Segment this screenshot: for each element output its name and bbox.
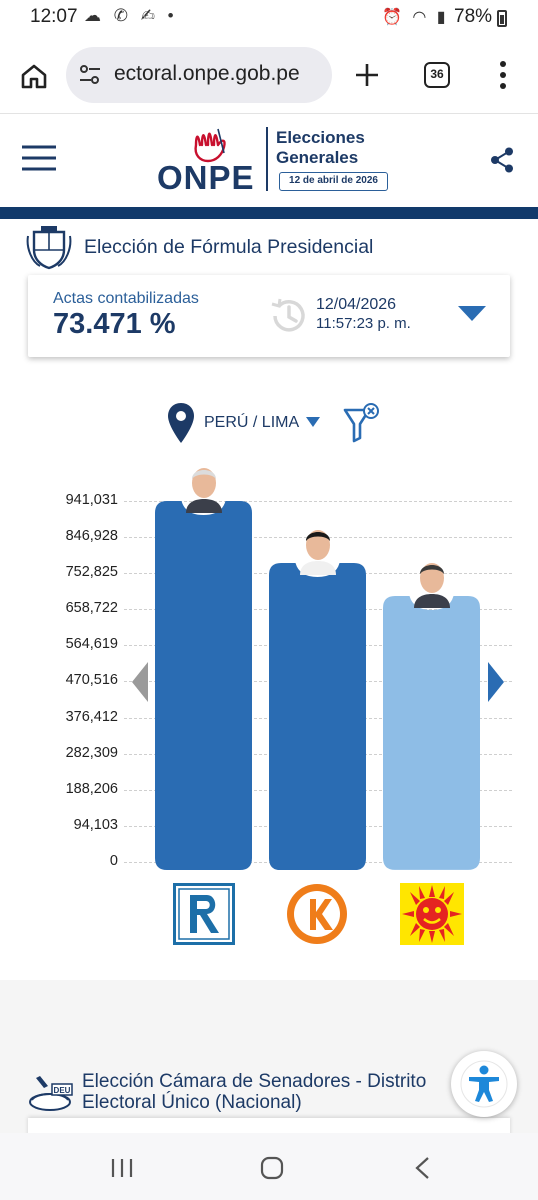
party-logo-sun-icon[interactable] — [400, 883, 464, 945]
address-bar[interactable]: ectoral.onpe.gob.pe — [66, 47, 332, 103]
header-band — [0, 207, 538, 219]
y-tick-label: 188,206 — [65, 780, 118, 797]
deu-badge: DEU — [54, 1086, 71, 1095]
home-nav-icon[interactable] — [260, 1156, 284, 1180]
battery-icon — [497, 10, 507, 27]
actas-label: Actas contabilizadas — [53, 290, 199, 307]
actas-percentage: 73.471 % — [53, 308, 176, 340]
election-date-badge: 12 de abril de 2026 — [279, 172, 388, 191]
accessibility-button[interactable] — [451, 1051, 517, 1117]
onpe-logo-text: ONPE — [157, 159, 255, 196]
chart-prev-arrow-icon[interactable] — [132, 662, 148, 702]
y-tick-label: 846,928 — [65, 528, 118, 545]
actas-summary-card: Actas contabilizadas 73.471 % 12/04/2026… — [28, 275, 510, 357]
bar-r[interactable] — [155, 501, 252, 870]
section-title-senate-line1: Elección Cámara de Senadores - Distrito — [82, 1071, 427, 1092]
y-tick-label: 564,619 — [65, 636, 118, 653]
party-logo-r-icon[interactable] — [173, 883, 235, 945]
y-tick-label: 282,309 — [65, 744, 118, 761]
system-icons: ⏰ ◠ ▮ — [382, 9, 449, 26]
site-settings-icon[interactable] — [78, 64, 102, 86]
section-title-senate: Elección Cámara de Senadores - Distrito … — [82, 1071, 462, 1113]
chart-next-arrow-icon[interactable] — [488, 662, 504, 702]
candidate-avatar — [299, 529, 336, 575]
update-time: 11:57:23 p. m. — [316, 315, 411, 332]
candidate-avatar — [413, 563, 450, 609]
header-title-line2: Generales — [276, 148, 359, 167]
y-tick-label: 376,412 — [65, 708, 118, 725]
bar-k[interactable] — [269, 562, 366, 870]
y-tick-label: 470,516 — [65, 672, 118, 689]
back-nav-icon[interactable] — [414, 1156, 430, 1180]
android-nav-bar — [0, 1133, 538, 1200]
more-menu-icon[interactable] — [498, 60, 508, 90]
hamburger-menu-icon[interactable] — [22, 144, 56, 172]
candidate-avatar — [185, 468, 222, 513]
header-title-line1: Elecciones — [276, 128, 365, 147]
party-logo-k-icon[interactable] — [286, 883, 348, 945]
y-tick-label: 94,103 — [73, 816, 118, 833]
region-dropdown-icon[interactable] — [306, 417, 320, 428]
battery-level: 78% — [454, 6, 493, 27]
y-tick-label: 0 — [109, 853, 118, 869]
url-text: ectoral.onpe.gob.pe — [114, 62, 300, 85]
header-divider — [266, 127, 268, 191]
section-title-presidential: Elección de Fórmula Presidencial — [84, 236, 374, 258]
expand-caret-icon[interactable] — [458, 306, 486, 322]
update-date: 12/04/2026 — [316, 296, 397, 313]
location-pin-icon[interactable] — [166, 401, 196, 445]
bar-sol[interactable] — [383, 596, 480, 870]
status-bar: 12:07 ☁ ✆ ✍ • ⏰ ◠ ▮ 78% — [0, 0, 538, 36]
site-header: ONPE Elecciones Generales 12 de abril de… — [0, 115, 538, 207]
y-tick-label: 658,722 — [65, 600, 118, 617]
tab-switcher-button[interactable]: 36 — [424, 62, 450, 88]
clear-filter-icon[interactable] — [342, 402, 382, 444]
peru-coat-of-arms-icon — [26, 226, 72, 270]
recent-apps-icon[interactable] — [110, 1157, 134, 1179]
browser-toolbar: ectoral.onpe.gob.pe 36 — [0, 36, 538, 114]
y-tick-label: 941,031 — [65, 492, 118, 508]
section-title-senate-line2: Electoral Único (Nacional) — [82, 1092, 302, 1113]
senate-chamber-icon: DEU — [29, 1076, 73, 1111]
region-selector[interactable]: PERÚ / LIMA — [204, 414, 299, 432]
clock: 12:07 — [30, 6, 78, 27]
home-icon[interactable] — [20, 62, 48, 90]
share-icon[interactable] — [490, 147, 514, 173]
new-tab-icon[interactable] — [354, 62, 380, 88]
history-clock-icon — [271, 298, 305, 332]
notification-icons: ☁ ✆ ✍ • — [84, 6, 178, 25]
accessibility-icon — [460, 1060, 508, 1108]
y-tick-label: 752,825 — [65, 564, 118, 581]
